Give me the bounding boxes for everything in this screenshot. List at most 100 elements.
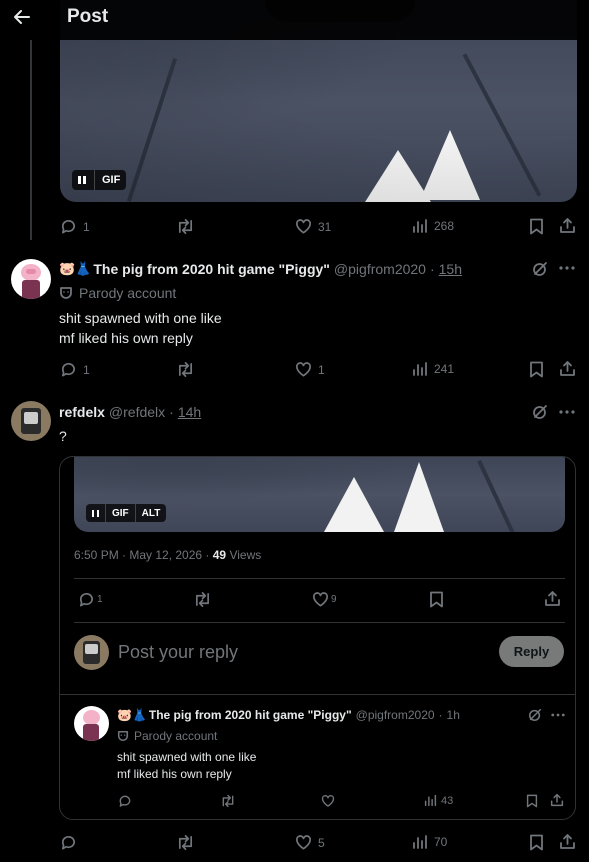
share-action[interactable] [559,217,576,234]
bookmark-icon [526,794,538,808]
repost-action[interactable] [176,361,195,378]
mask-icon [60,287,72,299]
views-action[interactable]: 43 [424,794,453,807]
heart-icon [296,362,311,377]
reply-icon [119,795,131,807]
views-icon [413,835,427,849]
share-action[interactable] [559,833,576,850]
embedded-post-card[interactable]: GIF ALT 6:50 PM · May 12, 2026 · 49 View… [59,456,576,820]
share-action[interactable] [550,793,564,807]
repost-action[interactable] [220,794,236,808]
avatar [74,635,109,670]
bookmark-action[interactable] [529,361,544,378]
bookmark-icon [530,834,543,851]
user-handle[interactable]: @pigfrom2020 [334,261,426,277]
reply-input[interactable]: Post your reply [118,642,238,663]
repost-action[interactable] [176,218,195,235]
grok-icon[interactable] [532,261,548,277]
pause-icon[interactable] [78,176,86,184]
header-bar: Post [0,0,589,40]
avatar[interactable] [11,401,51,441]
divider [74,622,565,623]
bookmark-icon [430,591,443,608]
reply-icon [79,593,94,607]
repost-action[interactable] [193,591,212,608]
reply1-text: shit spawned with one like mf liked his … [59,310,222,346]
page-title: Post [67,6,109,27]
grok-icon[interactable] [532,404,548,420]
repost-icon [178,219,193,234]
like-action[interactable]: 1 [295,361,325,378]
share-icon [550,793,564,807]
repost-icon [178,362,193,377]
bookmark-icon [530,361,543,378]
avatar[interactable] [11,259,51,299]
timestamp-link[interactable]: 14h [178,404,201,420]
reply-button[interactable]: Reply [499,636,564,667]
gif-media[interactable]: GIF ALT [74,457,565,532]
bookmark-icon [530,218,543,235]
bookmark-action[interactable] [526,794,538,808]
display-name[interactable]: The pig from 2020 hit game "Piggy" [149,708,352,722]
share-icon [560,218,575,233]
user-handle[interactable]: @pigfrom2020 [356,708,435,722]
reply2-text: ? [59,428,67,444]
reply-action[interactable] [118,794,132,808]
nested-header: 🐷👗 The pig from 2020 hit game "Piggy" @p… [117,708,460,722]
bookmark-action[interactable] [529,834,544,851]
heart-icon [296,219,311,234]
pause-icon[interactable] [92,509,99,517]
more-options-icon[interactable] [559,266,575,270]
share-action[interactable] [544,590,561,607]
timestamp-link[interactable]: 15h [439,261,462,277]
view-count: 49 [212,548,227,562]
views-action[interactable]: 70 [412,834,447,850]
alt-label[interactable]: ALT [142,508,161,519]
views-action[interactable]: 241 [412,361,454,377]
bookmark-action[interactable] [429,591,444,608]
parody-label: Parody account [117,729,217,743]
bookmark-action[interactable] [529,218,544,235]
nested-post[interactable]: 🐷👗 The pig from 2020 hit game "Piggy" @p… [60,694,575,819]
display-name[interactable]: The pig from 2020 hit game "Piggy" [93,261,330,277]
repost-action[interactable] [176,834,195,851]
back-arrow-icon[interactable] [12,7,32,27]
reply1-header: 🐷👗 The pig from 2020 hit game "Piggy" @p… [59,261,462,277]
share-icon [560,834,575,849]
avatar[interactable] [74,706,109,741]
like-action[interactable] [321,794,335,808]
reply-icon [61,363,76,377]
repost-icon [178,835,193,850]
reply-action[interactable]: 1 [60,361,90,378]
views-action[interactable]: 268 [412,218,454,234]
gif-badge[interactable]: GIF [72,170,127,190]
reply-icon [61,220,76,234]
share-action[interactable] [559,360,576,377]
heart-icon [313,592,328,607]
reply2-header: refdelx @refdelx · 14h [59,404,202,420]
repost-icon [222,794,234,808]
like-action[interactable]: 9 [312,591,337,608]
reply-action[interactable]: 1 [78,591,103,608]
gif-badge[interactable]: GIF ALT [86,504,167,522]
gif-label: GIF [112,507,129,519]
display-name[interactable]: refdelx [59,404,105,420]
heart-icon [296,835,311,850]
thread-line [30,40,32,240]
like-action[interactable]: 5 [295,834,325,851]
views-icon [413,362,427,376]
emoji-decoration: 🐷👗 [117,708,147,722]
more-options-icon[interactable] [551,713,565,717]
reply-action[interactable]: 1 [60,218,90,235]
repost-icon [195,592,210,607]
reply-action[interactable] [60,834,77,851]
like-action[interactable]: 31 [295,218,331,235]
nested-text: shit spawned with one like mf liked his … [117,750,257,781]
views-icon [424,794,437,807]
more-options-icon[interactable] [559,410,575,414]
grok-icon[interactable] [528,708,542,722]
divider [74,578,565,579]
user-handle[interactable]: @refdelx [109,404,165,420]
timestamp-link[interactable]: 1h [447,708,460,722]
heart-icon [321,794,335,807]
